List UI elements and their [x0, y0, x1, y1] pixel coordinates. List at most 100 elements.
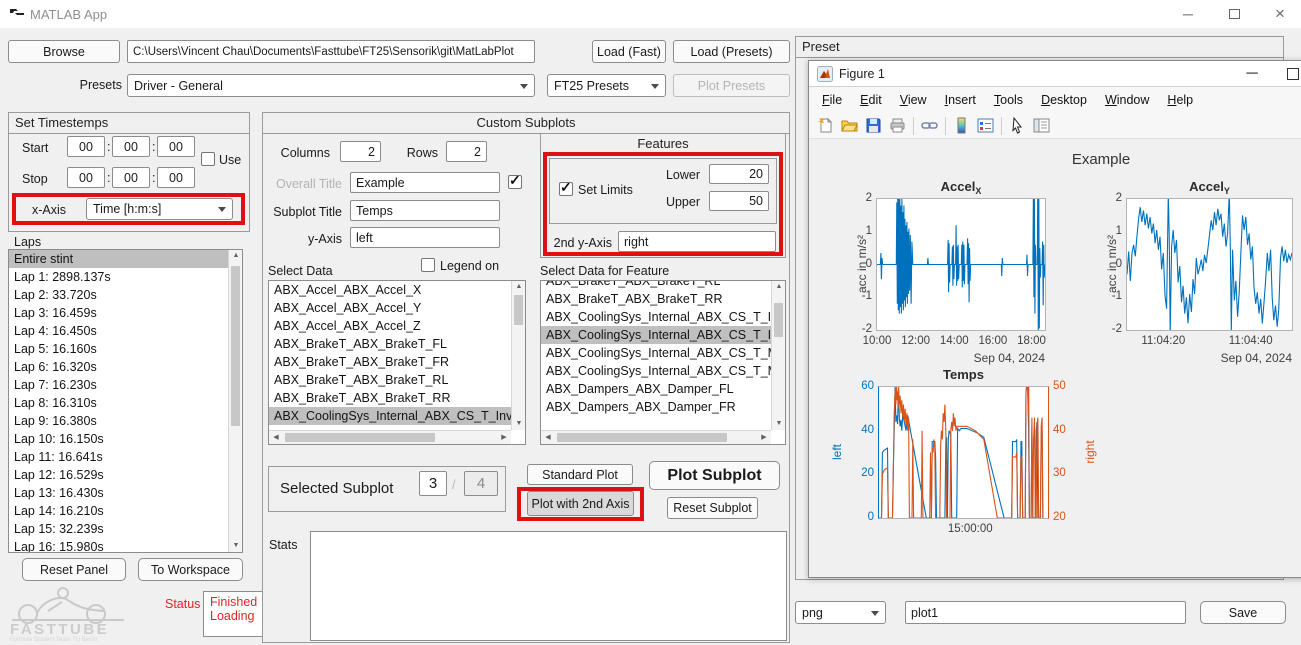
- property-inspector-icon[interactable]: [1033, 117, 1050, 134]
- to-workspace-button[interactable]: To Workspace: [138, 558, 243, 581]
- edit-plot-cursor-icon[interactable]: [1009, 117, 1026, 134]
- scroll-down-icon[interactable]: ▼: [772, 418, 786, 430]
- maximize-button[interactable]: [1214, 0, 1254, 28]
- plot-with-2nd-axis-button[interactable]: Plot with 2nd Axis: [527, 491, 634, 516]
- y-axis-field[interactable]: left: [350, 227, 500, 248]
- list-item[interactable]: ABX_Dampers_ABX_Damper_FL: [541, 380, 771, 398]
- list-item[interactable]: ABX_Accel_ABX_Accel_X: [269, 281, 511, 299]
- legend-on-checkbox[interactable]: [421, 258, 435, 272]
- list-item[interactable]: Lap 2: 33.720s: [9, 286, 228, 304]
- link-plot-icon[interactable]: [921, 117, 938, 134]
- menu-insert[interactable]: Insert: [936, 93, 985, 107]
- list-item[interactable]: Lap 8: 16.310s: [9, 394, 228, 412]
- feature-data-hscrollbar[interactable]: ◀ ▶: [541, 430, 771, 444]
- laps-scrollbar[interactable]: ▲ ▼: [228, 250, 242, 552]
- stop-minute-field[interactable]: 00: [112, 167, 150, 188]
- list-item[interactable]: ABX_Dampers_ABX_Damper_FR: [541, 398, 771, 416]
- scroll-left-icon[interactable]: ◀: [541, 432, 555, 444]
- menu-tools[interactable]: Tools: [985, 93, 1032, 107]
- start-hour-field[interactable]: 00: [67, 136, 105, 157]
- list-item[interactable]: ABX_BrakeT_ABX_BrakeT_FR: [269, 353, 511, 371]
- scrollbar-thumb[interactable]: [514, 295, 523, 325]
- stop-hour-field[interactable]: 00: [67, 167, 105, 188]
- select-data-hscrollbar[interactable]: ◀ ▶: [269, 430, 511, 444]
- scroll-up-icon[interactable]: ▲: [512, 281, 526, 293]
- plot-subplot-button[interactable]: Plot Subplot: [649, 461, 780, 490]
- scroll-up-icon[interactable]: ▲: [229, 250, 243, 262]
- menu-desktop[interactable]: Desktop: [1032, 93, 1096, 107]
- plot-presets-button[interactable]: Plot Presets: [673, 74, 790, 97]
- list-item[interactable]: Lap 13: 16.430s: [9, 484, 228, 502]
- temps-plot[interactable]: 6040200left50403020right15:00:00Temps: [878, 386, 1049, 519]
- start-second-field[interactable]: 00: [157, 136, 195, 157]
- columns-field[interactable]: 2: [340, 141, 381, 162]
- insert-colorbar-icon[interactable]: [953, 117, 970, 134]
- select-data-vscrollbar[interactable]: ▲ ▼: [511, 281, 525, 430]
- load-presets-button[interactable]: Load (Presets): [673, 40, 790, 63]
- list-item[interactable]: Lap 16: 15.980s: [9, 538, 228, 553]
- accel-y-plot[interactable]: 210-1-211:04:2011:04:40Sep 04, 2024acc i…: [1126, 198, 1293, 331]
- list-item[interactable]: Lap 15: 32.239s: [9, 520, 228, 538]
- list-item[interactable]: ABX_BrakeT_ABX_BrakeT_RR: [269, 389, 511, 407]
- close-button[interactable]: ×: [1260, 0, 1300, 28]
- insert-legend-icon[interactable]: [977, 117, 994, 134]
- new-figure-icon[interactable]: [817, 117, 834, 134]
- open-file-icon[interactable]: [841, 117, 858, 134]
- list-item[interactable]: ABX_Accel_ABX_Accel_Y: [269, 299, 511, 317]
- ft25-presets-dropdown[interactable]: FT25 Presets: [547, 74, 666, 97]
- list-item[interactable]: Lap 10: 16.150s: [9, 430, 228, 448]
- scrollbar-thumb[interactable]: [231, 266, 240, 426]
- list-item[interactable]: Lap 3: 16.459s: [9, 304, 228, 322]
- upper-field[interactable]: 50: [709, 191, 769, 211]
- save-figure-icon[interactable]: [865, 117, 882, 134]
- overall-title-field[interactable]: Example: [350, 172, 500, 193]
- path-input[interactable]: C:\Users\Vincent Chau\Documents\Fasttube…: [127, 40, 535, 63]
- feature-data-vscrollbar[interactable]: ▲ ▼: [771, 281, 785, 430]
- stop-second-field[interactable]: 00: [157, 167, 195, 188]
- export-filename-field[interactable]: plot1: [905, 601, 1186, 624]
- subplot-title-field[interactable]: Temps: [350, 200, 500, 221]
- start-minute-field[interactable]: 00: [112, 136, 150, 157]
- save-button[interactable]: Save: [1200, 601, 1286, 624]
- list-item[interactable]: ABX_Accel_ABX_Accel_Z: [269, 317, 511, 335]
- list-item[interactable]: Lap 1: 2898.137s: [9, 268, 228, 286]
- scrollbar-thumb[interactable]: [557, 433, 727, 442]
- menu-help[interactable]: Help: [1158, 93, 1202, 107]
- list-item[interactable]: ABX_CoolingSys_Internal_ABX_CS_T_InvL: [541, 326, 771, 344]
- export-format-dropdown[interactable]: png: [795, 601, 886, 624]
- overall-title-checkbox[interactable]: ✓: [508, 175, 522, 189]
- x-axis-dropdown[interactable]: Time [h:m:s]: [86, 198, 233, 220]
- scroll-right-icon[interactable]: ▶: [497, 432, 511, 444]
- list-item[interactable]: Lap 11: 16.641s: [9, 448, 228, 466]
- list-item[interactable]: ABX_CoolingSys_Internal_ABX_CS_T_Mo: [541, 362, 771, 380]
- menu-file[interactable]: File: [813, 93, 851, 107]
- list-item[interactable]: ABX_BrakeT_ABX_BrakeT_RR: [541, 290, 771, 308]
- rows-field[interactable]: 2: [446, 141, 487, 162]
- list-item[interactable]: Lap 5: 16.160s: [9, 340, 228, 358]
- use-checkbox[interactable]: [201, 152, 215, 166]
- print-figure-icon[interactable]: [889, 117, 906, 134]
- scrollbar-thumb[interactable]: [285, 433, 435, 442]
- list-item[interactable]: Entire stint: [9, 250, 228, 268]
- list-item[interactable]: Lap 14: 16.210s: [9, 502, 228, 520]
- load-fast-button[interactable]: Load (Fast): [592, 40, 666, 63]
- list-item[interactable]: Lap 12: 16.529s: [9, 466, 228, 484]
- list-item[interactable]: ABX_CoolingSys_Internal_ABX_CS_T_InvL: [269, 407, 511, 425]
- set-limits-checkbox[interactable]: ✓: [559, 182, 573, 196]
- preset-dropdown[interactable]: Driver - General: [127, 74, 535, 97]
- list-item[interactable]: Lap 4: 16.450s: [9, 322, 228, 340]
- list-item[interactable]: Lap 7: 16.230s: [9, 376, 228, 394]
- menu-window[interactable]: Window: [1096, 93, 1158, 107]
- browse-button[interactable]: Browse: [8, 40, 120, 63]
- list-item[interactable]: ABX_CoolingSys_Internal_ABX_CS_T_InvL: [541, 308, 771, 326]
- scroll-up-icon[interactable]: ▲: [772, 281, 786, 293]
- scroll-down-icon[interactable]: ▼: [512, 418, 526, 430]
- scroll-left-icon[interactable]: ◀: [269, 432, 283, 444]
- figure-maximize-button[interactable]: [1287, 68, 1299, 80]
- list-item[interactable]: Lap 9: 16.380s: [9, 412, 228, 430]
- selected-subplot-field[interactable]: 3: [419, 471, 447, 496]
- list-item[interactable]: Lap 6: 16.320s: [9, 358, 228, 376]
- lower-field[interactable]: 20: [709, 164, 769, 184]
- list-item[interactable]: ABX_CoolingSys_Internal_ABX_CS_T_Mo: [541, 344, 771, 362]
- menu-view[interactable]: View: [891, 93, 936, 107]
